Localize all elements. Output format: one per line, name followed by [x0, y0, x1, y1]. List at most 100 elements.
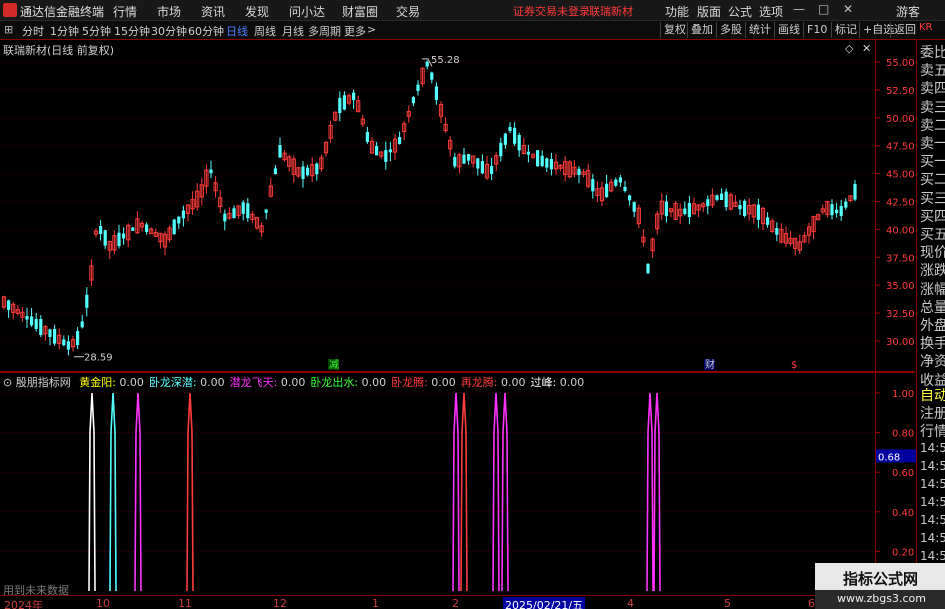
menu-wealth[interactable]: 财富圈: [342, 3, 378, 20]
quote-tab[interactable]: 行情: [920, 421, 945, 441]
menu-trade[interactable]: 交易: [396, 3, 420, 20]
period-weekly[interactable]: 周线: [254, 23, 276, 39]
candle: [375, 145, 379, 156]
candle: [48, 329, 52, 337]
candle: [53, 328, 57, 344]
close-chart-icon[interactable]: ✕: [862, 42, 871, 55]
y-tick-label: 30.00: [886, 337, 915, 348]
candle: [517, 134, 521, 151]
y-tick-label: 52.50: [886, 86, 915, 97]
settings-icon[interactable]: ⊙: [3, 376, 16, 389]
btn-back[interactable]: 返回: [890, 22, 919, 38]
quote-field: 总量: [920, 299, 945, 316]
indicator-chart[interactable]: [0, 373, 875, 595]
candle: [591, 179, 595, 192]
menu-formula[interactable]: 公式: [728, 3, 752, 20]
period-multi[interactable]: 多周期: [308, 23, 341, 39]
btn-stats[interactable]: 统计: [745, 22, 774, 38]
candle: [34, 318, 38, 330]
period-timeshare[interactable]: 分时: [22, 23, 44, 39]
diamond-icon[interactable]: ◇: [845, 42, 853, 55]
btn-f10[interactable]: F10: [803, 22, 830, 38]
period-daily[interactable]: 日线: [226, 23, 248, 39]
candle: [301, 166, 305, 180]
y-tick-label: 50.00: [886, 114, 915, 125]
tick-time: 14:56: [920, 459, 945, 473]
chart-title: 联瑞新材(日线 前复权): [3, 44, 115, 57]
quote-panel: KR 委比 卖五 卖四 卖三 卖二 卖一 买一 买二 买三 买四 买五 现价 涨跌 涨幅 总量 外盘 换手 净资收…: [916, 22, 945, 609]
period-30min[interactable]: 30分钟: [151, 23, 187, 39]
quote-field: 换手: [920, 336, 945, 353]
candle: [614, 179, 618, 186]
close-icon[interactable]: ✕: [843, 2, 853, 16]
quote-tab[interactable]: 自动: [920, 385, 945, 405]
stock-name-top: 联瑞新材: [589, 5, 633, 18]
menu-market[interactable]: 市场: [157, 3, 181, 20]
quote-field: 外盘: [920, 318, 945, 334]
period-15min[interactable]: 15分钟: [114, 23, 150, 39]
candle: [467, 154, 471, 161]
indicator-value: 0.00: [427, 376, 456, 389]
indicator-label: 过峰:: [530, 376, 557, 389]
period-60min[interactable]: 60分钟: [188, 23, 224, 39]
candle: [315, 163, 319, 175]
signal-spike: [653, 392, 661, 592]
candle: [85, 294, 89, 308]
btn-multistock[interactable]: 多股: [716, 22, 745, 38]
menu-options[interactable]: 选项: [759, 3, 783, 20]
menu-quotes[interactable]: 行情: [113, 3, 137, 20]
candle: [103, 230, 107, 246]
event-marker: $: [791, 360, 797, 370]
signal-spike: [88, 392, 96, 592]
maximize-icon[interactable]: □: [818, 2, 829, 16]
period-monthly[interactable]: 月线: [282, 23, 304, 39]
candle: [775, 228, 779, 235]
guest-label[interactable]: 游客: [896, 3, 920, 20]
indicator-label: 潜龙飞天:: [229, 376, 278, 389]
btn-mark[interactable]: 标记: [831, 22, 860, 38]
menu-function[interactable]: 功能: [665, 3, 689, 20]
btn-overlay[interactable]: 叠加: [687, 22, 716, 38]
minimize-icon[interactable]: —: [793, 2, 805, 16]
high-price-label: 55.28: [431, 55, 460, 66]
quote-field: 卖五: [920, 63, 945, 80]
indicator-item: 过峰: 0.00: [531, 376, 585, 389]
tick-time: 14:56: [920, 549, 945, 563]
btn-draw[interactable]: 画线: [774, 22, 803, 38]
candle: [508, 126, 512, 131]
quote-field: 买三: [920, 190, 945, 207]
candle: [278, 145, 282, 158]
grid-icon[interactable]: ⊞: [4, 23, 13, 36]
candle: [577, 168, 581, 175]
candle: [273, 168, 277, 175]
chevron-right-icon[interactable]: >: [367, 23, 376, 36]
menu-discover[interactable]: 发现: [245, 3, 269, 20]
candle: [706, 199, 710, 207]
candle: [687, 202, 691, 218]
login-notice[interactable]: 证券交易未登录: [513, 3, 590, 19]
quote-field: 涨幅: [920, 281, 945, 298]
candle: [646, 263, 650, 274]
quote-field: 买四: [920, 208, 945, 225]
candle: [628, 195, 632, 201]
y-tick-label: 35.00: [886, 281, 915, 292]
indicator-label: 黄金阳:: [79, 376, 116, 389]
menu-layout[interactable]: 版面: [697, 3, 721, 20]
menu-xiaoda[interactable]: 问小达: [289, 3, 325, 20]
y-tick-label: 42.50: [886, 198, 915, 209]
period-more[interactable]: 更多: [344, 23, 366, 39]
period-5min[interactable]: 5分钟: [82, 23, 111, 39]
menu-news[interactable]: 资讯: [201, 3, 225, 20]
x-label: 5: [724, 597, 731, 609]
candle: [835, 209, 839, 214]
period-1min[interactable]: 1分钟: [50, 23, 79, 39]
candle: [264, 209, 268, 213]
indicator-header: ⊙ 殷朋指标网 黄金阳: 0.00 卧龙深潜: 0.00 潜龙飞天: 0.00 卧龙出…: [3, 374, 584, 390]
candlestick-chart[interactable]: 55.28 28.59 减 财 $: [0, 40, 875, 370]
y-tick-label: 1.00: [892, 389, 914, 400]
candle: [425, 61, 429, 67]
quote-tab[interactable]: 注册: [920, 403, 945, 423]
btn-fuquan[interactable]: 复权: [660, 22, 689, 38]
candle: [549, 159, 553, 170]
menu-bar: 通达信金融终端 行情 市场 资讯 发现 问小达 财富圈 交易 证券交易未登录 联…: [0, 0, 945, 21]
